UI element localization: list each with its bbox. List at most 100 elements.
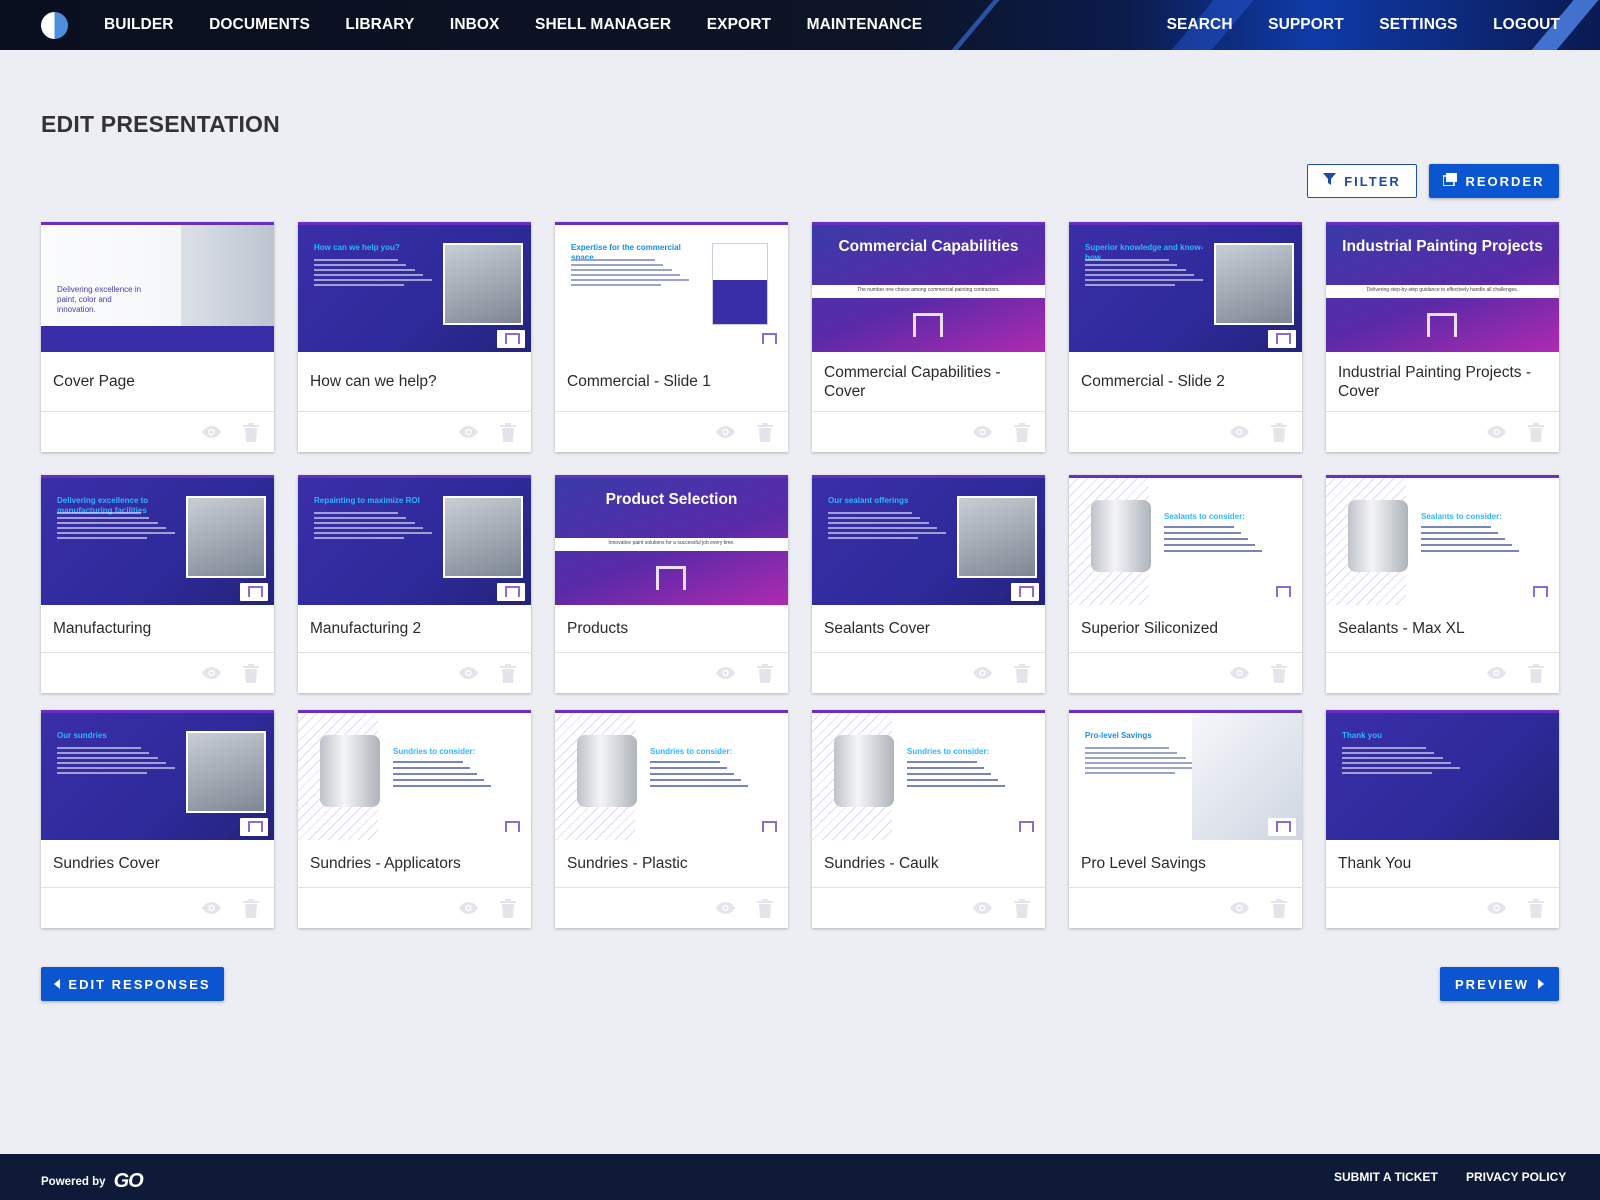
slide-card[interactable]: How can we help you? How can we help? (298, 222, 531, 452)
slide-thumbnail-title: Industrial Painting Projects (1342, 238, 1543, 255)
brand-badge-icon (497, 818, 525, 836)
slide-card[interactable]: Sundries to consider: Sundries - Applicat… (298, 710, 531, 928)
slide-thumbnail[interactable]: Our sundries (41, 713, 274, 840)
slide-card[interactable]: Our sundries Sundries Cover (41, 710, 274, 928)
eye-icon[interactable] (1229, 901, 1250, 915)
trash-icon[interactable] (756, 423, 774, 442)
trash-icon[interactable] (242, 899, 260, 918)
eye-icon[interactable] (1229, 425, 1250, 439)
trash-icon[interactable] (499, 899, 517, 918)
slide-thumbnail[interactable]: How can we help you? (298, 225, 531, 352)
eye-icon[interactable] (1486, 901, 1507, 915)
slide-thumbnail[interactable]: Repainting to maximize ROI (298, 478, 531, 605)
nav-logout[interactable]: LOGOUT (1493, 16, 1560, 34)
nav-support[interactable]: SUPPORT (1268, 16, 1344, 34)
eye-icon[interactable] (458, 666, 479, 680)
eye-icon[interactable] (458, 425, 479, 439)
slide-card[interactable]: Sealants to consider: Sealants - Max XL (1326, 475, 1559, 693)
slide-text-lines (314, 259, 434, 289)
nav-library[interactable]: LIBRARY (345, 16, 414, 34)
nav-settings[interactable]: SETTINGS (1379, 16, 1457, 34)
slide-card[interactable]: Sundries to consider: Sundries - Caulk (812, 710, 1045, 928)
chevron-left-icon (54, 977, 61, 992)
slide-thumbnail[interactable]: Delivering excellence to manufacturing f… (41, 478, 274, 605)
eye-icon[interactable] (1229, 666, 1250, 680)
submit-ticket-link[interactable]: SUBMIT A TICKET (1334, 1170, 1438, 1184)
eye-icon[interactable] (201, 666, 222, 680)
nav-builder[interactable]: BUILDER (104, 16, 174, 34)
trash-icon[interactable] (499, 423, 517, 442)
slide-card[interactable]: Delivering excellence to manufacturing f… (41, 475, 274, 693)
trash-icon[interactable] (1527, 664, 1545, 683)
slide-card[interactable]: Expertise for the commercial space Commer… (555, 222, 788, 452)
trash-icon[interactable] (1527, 423, 1545, 442)
slide-actions (41, 411, 274, 452)
nav-search[interactable]: SEARCH (1167, 16, 1233, 34)
slide-thumbnail-title: Product Selection (605, 491, 738, 508)
nav-inbox[interactable]: INBOX (450, 16, 500, 34)
eye-icon[interactable] (1486, 425, 1507, 439)
slide-card[interactable]: Industrial Painting Projects Delivering s… (1326, 222, 1559, 452)
trash-icon[interactable] (756, 899, 774, 918)
trash-icon[interactable] (242, 423, 260, 442)
slide-thumbnail[interactable]: Industrial Painting Projects Delivering s… (1326, 225, 1559, 352)
slide-thumbnail[interactable]: Product Selection Innovative paint soluti… (555, 478, 788, 605)
eye-icon[interactable] (715, 666, 736, 680)
trash-icon[interactable] (1270, 899, 1288, 918)
slide-thumbnail[interactable]: Superior knowledge and know-how (1069, 225, 1302, 352)
nav-shell-manager[interactable]: SHELL MANAGER (535, 16, 671, 34)
slide-label: Commercial - Slide 2 (1081, 373, 1225, 390)
slide-thumbnail[interactable]: Sundries to consider: (298, 713, 531, 840)
preview-button[interactable]: PREVIEW (1440, 967, 1559, 1001)
trash-icon[interactable] (1013, 423, 1031, 442)
slide-thumbnail[interactable]: Thank you (1326, 713, 1559, 840)
trash-icon[interactable] (1270, 423, 1288, 442)
nav-export[interactable]: EXPORT (707, 16, 771, 34)
slide-text-lines (1085, 747, 1205, 777)
edit-responses-button[interactable]: EDIT RESPONSES (41, 967, 224, 1001)
slide-card[interactable]: Thank you Thank You (1326, 710, 1559, 928)
eye-icon[interactable] (972, 425, 993, 439)
eye-icon[interactable] (201, 901, 222, 915)
slide-thumbnail-title: How can we help you? (314, 243, 400, 252)
eye-icon[interactable] (715, 901, 736, 915)
eye-icon[interactable] (458, 901, 479, 915)
slide-thumbnail[interactable]: Commercial Capabilities The number one ch… (812, 225, 1045, 352)
eye-icon[interactable] (972, 901, 993, 915)
slide-thumbnail[interactable]: Delivering excellence in paint, color an… (41, 225, 274, 352)
trash-icon[interactable] (1270, 664, 1288, 683)
slide-card[interactable]: Sundries to consider: Sundries - Plastic (555, 710, 788, 928)
slide-card[interactable]: Commercial Capabilities The number one ch… (812, 222, 1045, 452)
eye-icon[interactable] (715, 425, 736, 439)
slide-actions (298, 887, 531, 928)
slide-thumbnail[interactable]: Expertise for the commercial space (555, 225, 788, 352)
slide-card[interactable]: Our sealant offerings Sealants Cover (812, 475, 1045, 693)
slide-thumbnail[interactable]: Sundries to consider: (555, 713, 788, 840)
eye-icon[interactable] (972, 666, 993, 680)
eye-icon[interactable] (201, 425, 222, 439)
trash-icon[interactable] (1013, 899, 1031, 918)
slide-card[interactable]: Superior knowledge and know-how Commercia… (1069, 222, 1302, 452)
slide-thumbnail[interactable]: Our sealant offerings (812, 478, 1045, 605)
nav-documents[interactable]: DOCUMENTS (209, 16, 310, 34)
trash-icon[interactable] (1013, 664, 1031, 683)
trash-icon[interactable] (242, 664, 260, 683)
app-logo-icon[interactable] (41, 12, 68, 39)
slide-card[interactable]: Repainting to maximize ROI Manufacturing … (298, 475, 531, 693)
filter-button[interactable]: FILTER (1307, 164, 1417, 198)
trash-icon[interactable] (1527, 899, 1545, 918)
slide-thumbnail[interactable]: Sealants to consider: (1326, 478, 1559, 605)
slide-card[interactable]: Delivering excellence in paint, color an… (41, 222, 274, 452)
privacy-policy-link[interactable]: PRIVACY POLICY (1466, 1170, 1566, 1184)
eye-icon[interactable] (1486, 666, 1507, 680)
trash-icon[interactable] (499, 664, 517, 683)
nav-maintenance[interactable]: MAINTENANCE (807, 16, 923, 34)
reorder-button[interactable]: REORDER (1429, 164, 1559, 198)
trash-icon[interactable] (756, 664, 774, 683)
slide-card[interactable]: Sealants to consider: Superior Siliconize… (1069, 475, 1302, 693)
slide-thumbnail[interactable]: Sundries to consider: (812, 713, 1045, 840)
slide-card[interactable]: Product Selection Innovative paint soluti… (555, 475, 788, 693)
slide-thumbnail[interactable]: Sealants to consider: (1069, 478, 1302, 605)
slide-thumbnail[interactable]: Pro-level Savings (1069, 713, 1302, 840)
slide-card[interactable]: Pro-level Savings Pro Level Savings (1069, 710, 1302, 928)
